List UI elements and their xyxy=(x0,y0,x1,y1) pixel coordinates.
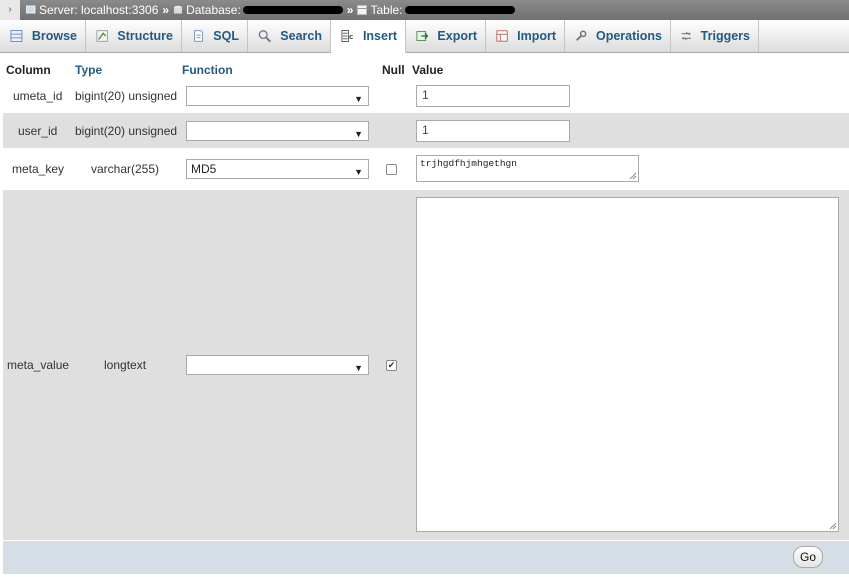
tab-browse[interactable]: Browse xyxy=(0,20,86,52)
column-name: meta_value xyxy=(7,358,70,372)
tab-structure[interactable]: Structure xyxy=(86,20,182,52)
tab-label: Browse xyxy=(31,29,77,43)
go-button[interactable]: Go xyxy=(793,546,823,568)
resize-grip-icon[interactable] xyxy=(629,172,637,180)
tab-triggers[interactable]: Triggers xyxy=(671,20,759,52)
header-type[interactable]: Type xyxy=(75,63,102,77)
search-icon xyxy=(258,30,272,43)
value-text: trjhgdfhjmhgethgn xyxy=(420,158,517,169)
tab-label: Structure xyxy=(117,29,173,43)
column-name: umeta_id xyxy=(13,89,63,103)
redacted-table-name xyxy=(404,6,515,14)
tab-label: Search xyxy=(280,29,322,43)
tab-export[interactable]: Export xyxy=(406,20,486,52)
column-type: longtext xyxy=(104,358,147,372)
function-value: MD5 xyxy=(191,162,217,176)
tab-label: Export xyxy=(437,29,477,43)
value-input[interactable]: 1 xyxy=(416,85,570,107)
breadcrumb-separator: » xyxy=(346,3,354,17)
breadcrumb-separator: » xyxy=(162,3,170,17)
tab-label: Operations xyxy=(596,29,662,43)
import-icon xyxy=(496,30,508,42)
column-type: bigint(20) unsigned xyxy=(75,89,178,103)
function-select[interactable]: MD5 ▼ xyxy=(186,159,369,179)
tab-label: Import xyxy=(517,29,556,43)
wrench-icon xyxy=(576,30,587,41)
export-icon xyxy=(416,31,429,41)
header-value: Value xyxy=(412,63,444,77)
table-icon xyxy=(357,5,368,15)
breadcrumb-database[interactable]: Database: xyxy=(186,0,241,20)
tab-operations[interactable]: Operations xyxy=(565,20,671,52)
header-null: Null xyxy=(382,63,405,77)
function-select[interactable]: ▼ xyxy=(186,121,369,141)
sql-icon xyxy=(194,30,203,42)
breadcrumb: › Server: localhost:3306 » Database: » T… xyxy=(0,0,849,20)
svg-text:c: c xyxy=(349,32,353,41)
header-column: Column xyxy=(6,63,51,77)
resize-grip-icon[interactable] xyxy=(829,522,837,530)
function-select[interactable]: ▼ xyxy=(186,355,369,375)
tab-import[interactable]: Import xyxy=(486,20,565,52)
value-textarea[interactable] xyxy=(416,197,839,532)
dropdown-arrow-icon: ▼ xyxy=(354,167,363,177)
triggers-icon xyxy=(681,31,691,41)
server-icon xyxy=(26,5,36,14)
column-name: user_id xyxy=(18,124,58,138)
breadcrumb-server[interactable]: Server: localhost:3306 xyxy=(39,0,158,20)
column-type: varchar(255) xyxy=(91,162,160,176)
dropdown-arrow-icon: ▼ xyxy=(354,129,363,139)
column-name: meta_key xyxy=(12,162,65,176)
null-checkbox[interactable]: ✔ xyxy=(386,360,397,371)
tab-label: Triggers xyxy=(700,29,750,43)
breadcrumb-table[interactable]: Table: xyxy=(370,0,402,20)
collapse-toggle-icon[interactable]: › xyxy=(0,0,20,20)
null-checkbox[interactable] xyxy=(386,164,397,175)
structure-icon xyxy=(96,30,108,42)
browse-icon xyxy=(10,30,23,42)
dropdown-arrow-icon: ▼ xyxy=(354,94,363,104)
dropdown-arrow-icon: ▼ xyxy=(354,363,363,373)
function-select[interactable]: ▼ xyxy=(186,86,369,106)
header-function[interactable]: Function xyxy=(182,63,233,77)
table-header: Column Type Function Null Value xyxy=(0,62,849,78)
value-textarea[interactable]: trjhgdfhjmhgethgn xyxy=(416,155,639,182)
redacted-database-name xyxy=(242,6,343,14)
database-icon xyxy=(174,5,183,14)
tab-search[interactable]: Search xyxy=(248,20,331,52)
value-input[interactable]: 1 xyxy=(416,120,570,142)
insert-icon: c xyxy=(341,29,353,43)
form-footer xyxy=(3,541,849,574)
column-type: bigint(20) unsigned xyxy=(75,124,178,138)
tab-label: SQL xyxy=(213,29,239,43)
tab-sql[interactable]: SQL xyxy=(182,20,248,52)
tab-insert[interactable]: c Insert xyxy=(331,20,406,53)
tab-label: Insert xyxy=(362,29,397,43)
tab-bar: Browse Structure SQL Search c Insert Exp… xyxy=(0,20,849,53)
